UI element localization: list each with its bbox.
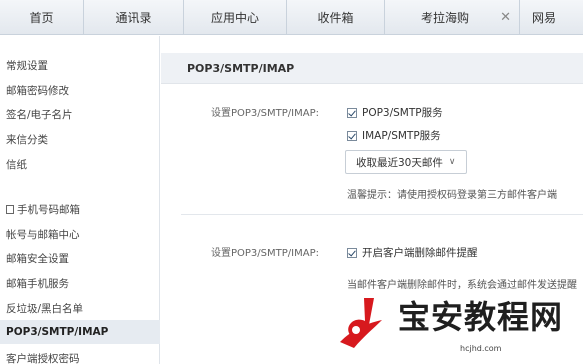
settings-sidebar: 常规设置 邮箱密码修改 签名/电子名片 来信分类 信纸 手机号码邮箱 帐号与邮箱…	[0, 36, 160, 364]
sidebar-item-general[interactable]: 常规设置	[0, 53, 160, 77]
tab-contacts[interactable]: 通讯录	[84, 0, 184, 35]
tab-label: 收件箱	[317, 11, 354, 25]
sidebar-item-pop3[interactable]: POP3/SMTP/IMAP	[0, 320, 160, 344]
phone-icon	[6, 204, 14, 214]
watermark-url: hcjhd.com	[460, 344, 502, 353]
checkbox-checked[interactable]	[347, 107, 357, 118]
sidebar-item-label: 客户端授权密码	[6, 352, 80, 364]
sidebar-item-mobile-service[interactable]: 邮箱手机服务	[0, 271, 160, 295]
checkbox-checked[interactable]	[347, 247, 357, 258]
sidebar-item-stationery[interactable]: 信纸	[0, 152, 160, 176]
sidebar-item-client-auth[interactable]: 客户端授权密码	[0, 346, 160, 364]
pop3-smtp-option[interactable]: POP3/SMTP服务	[347, 105, 443, 120]
tab-inbox[interactable]: 收件箱	[287, 0, 385, 35]
tab-netease[interactable]: 网易	[520, 0, 583, 35]
logo-dot	[352, 326, 360, 334]
setting-label: 设置POP3/SMTP/IMAP:	[211, 108, 319, 119]
sidebar-item-phone-mailbox[interactable]: 手机号码邮箱	[0, 197, 160, 221]
sidebar-item-label: 反垃圾/黑白名单	[6, 302, 84, 315]
sidebar-item-label: 帐号与邮箱中心	[6, 228, 80, 241]
auth-code-hint: 温馨提示：请使用授权码登录第三方邮件客户端	[347, 190, 557, 201]
sidebar-item-label: 手机号码邮箱	[17, 203, 80, 216]
sidebar-item-label: 签名/电子名片	[6, 108, 73, 121]
option-label: POP3/SMTP服务	[362, 107, 443, 119]
tab-app-center[interactable]: 应用中心	[184, 0, 287, 35]
delete-reminder-option[interactable]: 开启客户端删除邮件提醒	[347, 245, 478, 260]
watermark-text: 宝安教程网	[398, 298, 564, 336]
tab-label: 考拉海购	[421, 11, 470, 25]
sidebar-item-label: 邮箱安全设置	[6, 252, 69, 265]
tab-label: 网易	[532, 11, 557, 25]
tab-label: 首页	[29, 11, 54, 25]
sidebar-item-signature[interactable]: 签名/电子名片	[0, 102, 160, 126]
tab-kaola[interactable]: 考拉海购 ✕	[385, 0, 520, 35]
sidebar-item-label: 邮箱密码修改	[6, 84, 69, 97]
section-divider	[181, 214, 583, 215]
select-value: 收取最近30天邮件	[356, 156, 443, 169]
tab-label: 通讯录	[115, 11, 152, 25]
option-label: 开启客户端删除邮件提醒	[362, 247, 478, 259]
fetch-range-select[interactable]: 收取最近30天邮件 ∨	[345, 150, 467, 174]
tab-home[interactable]: 首页	[0, 0, 84, 35]
sidebar-item-account-center[interactable]: 帐号与邮箱中心	[0, 222, 160, 246]
site-watermark: 宝安教程网 hcjhd.com	[330, 282, 583, 364]
site-logo-icon	[340, 298, 382, 348]
sidebar-item-password[interactable]: 邮箱密码修改	[0, 78, 160, 102]
sidebar-item-label: 邮箱手机服务	[6, 277, 69, 290]
sidebar-item-label: 常规设置	[6, 59, 48, 72]
sidebar-item-label: POP3/SMTP/IMAP	[6, 326, 109, 338]
sidebar-item-label: 信纸	[6, 158, 27, 171]
checkbox-checked[interactable]	[347, 130, 357, 141]
sidebar-item-mail-filter[interactable]: 来信分类	[0, 127, 160, 151]
panel-title: POP3/SMTP/IMAP	[161, 53, 583, 84]
sidebar-item-label: 来信分类	[6, 133, 48, 146]
sidebar-item-security[interactable]: 邮箱安全设置	[0, 246, 160, 270]
logo-letter	[348, 298, 374, 339]
top-tab-bar: 首页 通讯录 应用中心 收件箱 考拉海购 ✕ 网易	[0, 0, 583, 35]
imap-smtp-option[interactable]: IMAP/SMTP服务	[347, 128, 441, 143]
setting-label: 设置POP3/SMTP/IMAP:	[211, 248, 319, 259]
close-icon[interactable]: ✕	[500, 11, 511, 24]
option-label: IMAP/SMTP服务	[362, 130, 441, 142]
chevron-down-icon: ∨	[448, 157, 456, 167]
sidebar-item-antispam[interactable]: 反垃圾/黑白名单	[0, 296, 160, 320]
tab-label: 应用中心	[210, 11, 259, 25]
